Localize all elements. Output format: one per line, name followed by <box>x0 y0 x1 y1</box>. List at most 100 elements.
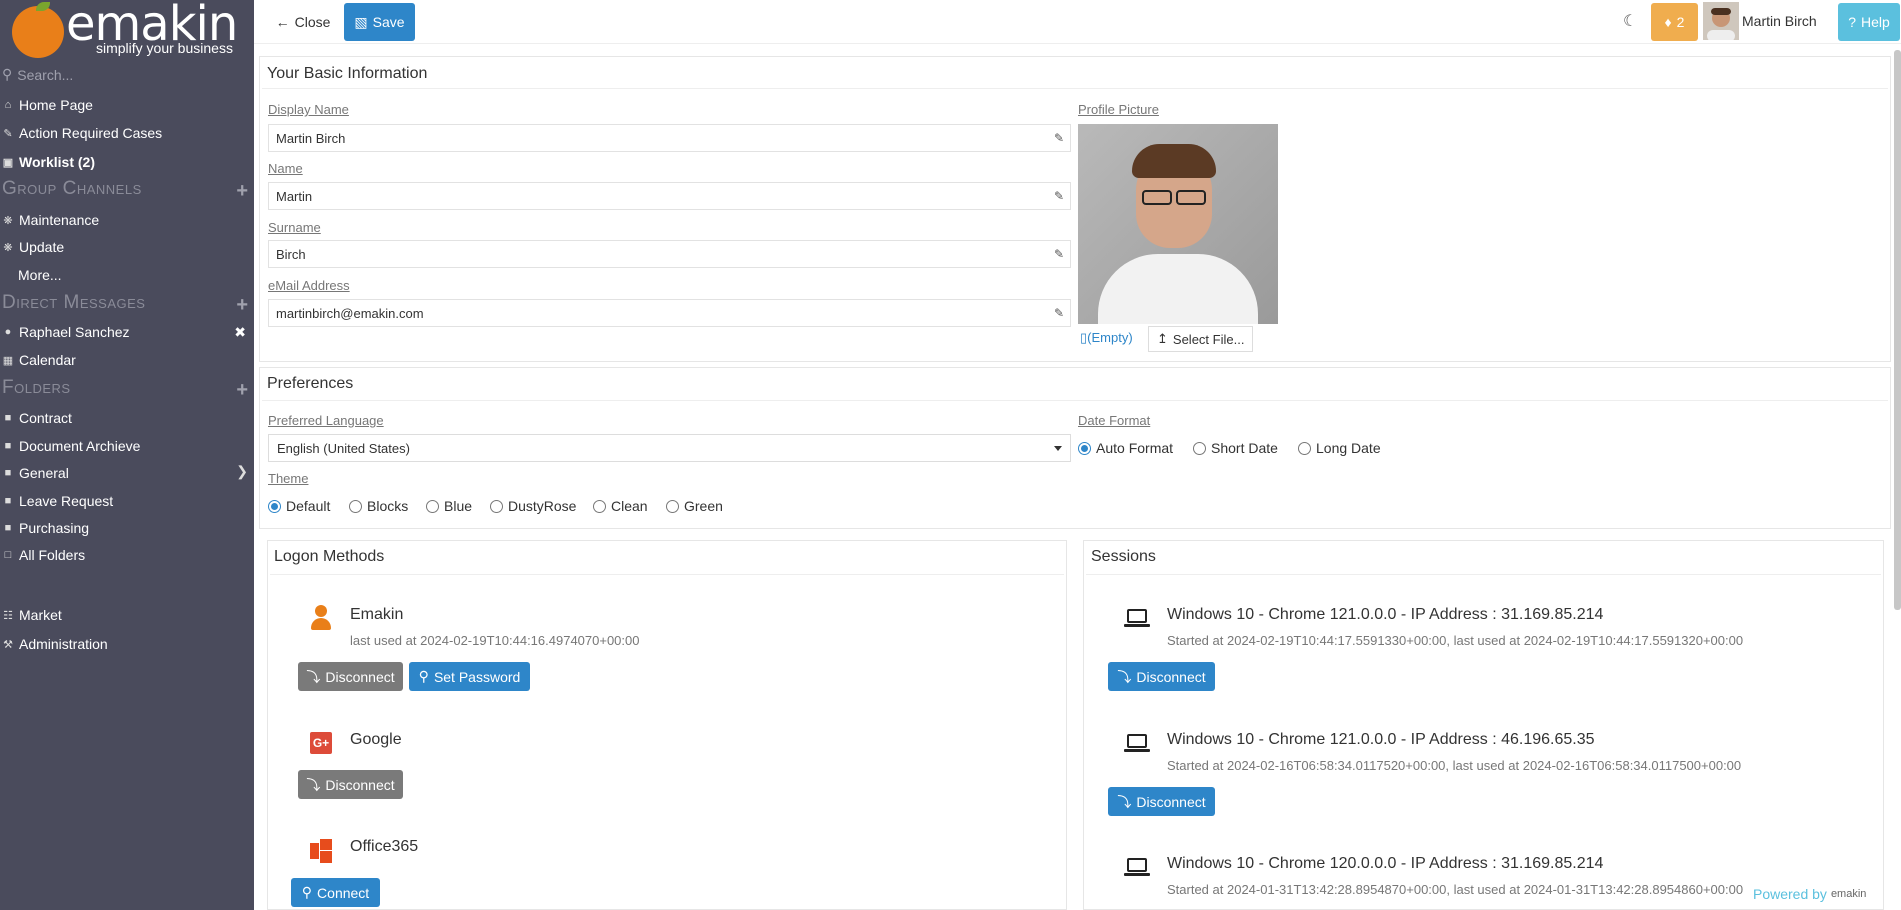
session-detail: Started at 2024-02-16T06:58:34.0117520+0… <box>1167 758 1742 773</box>
sidebar-item-document-archieve[interactable]: ■ Document Archieve <box>2 438 250 454</box>
unlink-icon: ⤵ <box>306 776 321 793</box>
emakin-logo[interactable]: emakin simplify your business <box>8 0 248 58</box>
name-field[interactable]: Martin ✎ <box>268 182 1071 210</box>
unlink-icon: ⤵ <box>306 668 321 685</box>
sidebar-item-raphael-sanchez[interactable]: ● Raphael Sanchez <box>2 324 250 340</box>
logon-method-name: Google <box>350 731 402 748</box>
help-button[interactable]: ? Help <box>1838 3 1900 41</box>
logon-method-last-used: last used at 2024-02-19T10:44:16.4974070… <box>350 633 640 648</box>
powered-by[interactable]: Powered by emakin <box>1753 886 1866 902</box>
laptop-icon <box>1124 734 1150 754</box>
sidebar-item-home[interactable]: ⌂ Home Page <box>2 97 250 113</box>
set-password-button[interactable]: ⚲ Set Password <box>409 662 530 691</box>
sidebar-search[interactable]: ⚲ Search... <box>2 66 73 83</box>
radio-unchecked[interactable] <box>593 499 606 513</box>
link-icon: ⚲ <box>301 884 313 900</box>
logon-methods-title: Logon Methods <box>274 548 385 565</box>
divider <box>1086 574 1881 575</box>
date-format-long-radio[interactable]: Long Date <box>1298 440 1381 456</box>
sidebar-item-contract[interactable]: ■ Contract <box>2 410 250 426</box>
session-detail: Started at 2024-01-31T13:42:28.8954870+0… <box>1167 882 1744 897</box>
close-dm-icon[interactable]: ✖ <box>234 324 246 341</box>
folder-icon: ■ <box>4 495 12 507</box>
session-detail: Started at 2024-02-19T10:44:17.5591330+0… <box>1167 633 1744 648</box>
user-name[interactable]: Martin Birch <box>1742 13 1817 29</box>
session-disconnect-button[interactable]: ⤵ Disconnect <box>1108 787 1215 816</box>
radio-unchecked[interactable] <box>1193 441 1206 455</box>
user-avatar[interactable] <box>1703 2 1739 40</box>
folder-icon: ■ <box>4 522 12 534</box>
basic-info-title: Your Basic Information <box>267 65 428 82</box>
sidebar-item-update[interactable]: ❋ Update <box>2 239 250 255</box>
google-disconnect-button[interactable]: ⤵ Disconnect <box>298 770 403 799</box>
radio-unchecked[interactable] <box>1298 441 1311 455</box>
theme-clean-radio[interactable]: Clean <box>593 498 648 514</box>
radio-unchecked[interactable] <box>666 499 679 513</box>
close-button[interactable]: ← Close <box>272 4 334 40</box>
add-folder-icon[interactable]: + <box>236 379 248 402</box>
sidebar-item-more[interactable]: More... <box>18 267 266 283</box>
preferences-title: Preferences <box>267 375 354 392</box>
pencil-icon[interactable]: ✎ <box>1054 189 1064 203</box>
empty-file-link[interactable]: ▯(Empty) <box>1080 330 1133 346</box>
surname-label: Surname <box>268 220 321 235</box>
sidebar: emakin simplify your business ⚲ Search..… <box>0 0 254 910</box>
sidebar-item-action-required[interactable]: ✎ Action Required Cases <box>2 125 250 141</box>
dark-mode-moon-icon[interactable]: ☾ <box>1623 11 1637 31</box>
sidebar-item-general[interactable]: ■ General <box>2 465 250 481</box>
theme-default-radio[interactable]: Default <box>268 498 330 514</box>
pen-icon: ✎ <box>3 127 13 140</box>
radio-unchecked[interactable] <box>490 499 503 513</box>
radio-unchecked[interactable] <box>349 499 362 513</box>
save-button[interactable]: ▧ Save <box>344 3 415 41</box>
channel-icon: ❋ <box>3 214 13 227</box>
date-format-auto-radio[interactable]: Auto Format <box>1078 440 1173 456</box>
page-scrollbar[interactable] <box>1894 50 1901 610</box>
office365-connect-button[interactable]: ⚲ Connect <box>291 878 380 907</box>
radio-checked[interactable] <box>268 499 281 513</box>
logon-method-name: Emakin <box>350 606 404 623</box>
radio-unchecked[interactable] <box>426 499 439 513</box>
theme-blue-radio[interactable]: Blue <box>426 498 472 514</box>
sidebar-item-leave-request[interactable]: ■ Leave Request <box>2 493 250 509</box>
sidebar-item-calendar[interactable]: ▦ Calendar <box>2 352 250 368</box>
session-title: Windows 10 - Chrome 120.0.0.0 - IP Addre… <box>1167 855 1604 872</box>
sidebar-item-administration[interactable]: ⚒ Administration <box>2 636 250 652</box>
sidebar-item-worklist[interactable]: ▣ Worklist (2) <box>2 154 250 170</box>
pencil-icon[interactable]: ✎ <box>1054 306 1064 320</box>
display-name-field[interactable]: Martin Birch ✎ <box>268 124 1071 152</box>
date-format-short-radio[interactable]: Short Date <box>1193 440 1278 456</box>
session-title: Windows 10 - Chrome 121.0.0.0 - IP Addre… <box>1167 606 1604 623</box>
notifications-button[interactable]: ♦ 2 <box>1651 3 1698 41</box>
session-disconnect-button[interactable]: ⤵ Disconnect <box>1108 662 1215 691</box>
top-toolbar: ← Close ▧ Save ☾ ♦ 2 Martin Birch ? Help <box>254 0 1901 44</box>
cart-icon: ☷ <box>3 609 13 622</box>
sidebar-item-market[interactable]: ☷ Market <box>2 607 250 623</box>
folder-icon: ■ <box>4 467 12 479</box>
select-file-button[interactable]: ↥ Select File... <box>1148 326 1254 352</box>
arrow-left-icon: ← <box>275 14 290 30</box>
sidebar-item-purchasing[interactable]: ■ Purchasing <box>2 520 250 536</box>
wrench-icon: ⚒ <box>3 638 13 651</box>
add-group-channel-icon[interactable]: + <box>236 180 248 203</box>
theme-blocks-radio[interactable]: Blocks <box>349 498 408 514</box>
pencil-icon[interactable]: ✎ <box>1054 131 1064 145</box>
search-icon: ⚲ <box>2 66 13 82</box>
emakin-disconnect-button[interactable]: ⤵ Disconnect <box>298 662 403 691</box>
radio-checked[interactable] <box>1078 441 1091 455</box>
divider <box>270 574 1064 575</box>
sidebar-item-maintenance[interactable]: ❋ Maintenance <box>2 212 250 228</box>
section-direct-messages: Direct Messages <box>2 292 146 313</box>
chevron-right-icon[interactable]: ❯ <box>236 463 248 480</box>
language-select[interactable]: English (United States) <box>268 434 1071 462</box>
unlink-icon: ⤵ <box>1117 793 1132 810</box>
pencil-icon[interactable]: ✎ <box>1054 247 1064 261</box>
surname-field[interactable]: Birch ✎ <box>268 240 1071 268</box>
add-direct-message-icon[interactable]: + <box>236 294 248 317</box>
sidebar-item-all-folders[interactable]: □ All Folders <box>2 547 250 563</box>
unlink-icon: ⤵ <box>1117 668 1132 685</box>
theme-green-radio[interactable]: Green <box>666 498 723 514</box>
theme-dustyrose-radio[interactable]: DustyRose <box>490 498 576 514</box>
laptop-icon <box>1124 858 1150 878</box>
email-field[interactable]: martinbirch@emakin.com ✎ <box>268 299 1071 327</box>
